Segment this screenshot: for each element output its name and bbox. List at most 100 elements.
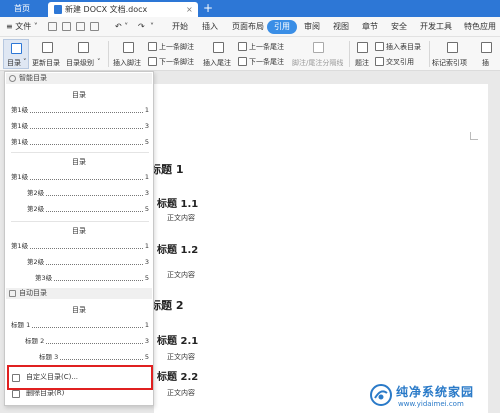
menu-tab-section[interactable]: 章节 [362, 17, 378, 37]
toc-level-icon [78, 42, 89, 53]
insert-table-of-figures-button[interactable]: 插入表目录 [375, 41, 427, 53]
smart-toc-template-2[interactable]: 目录 第1级 1 第2级 3 第2级 5 [5, 154, 153, 219]
heading-1[interactable]: 标题 1 [150, 161, 183, 177]
body-paragraph[interactable]: 正文内容 [167, 388, 195, 398]
menu-tab-review[interactable]: 审阅 [304, 17, 320, 37]
file-menu[interactable]: ≡ 文件 ˅ [6, 17, 38, 37]
close-tab-icon[interactable]: × [186, 2, 193, 17]
heading-1[interactable]: 标题 2 [150, 297, 183, 313]
smart-toc-header: 智能目录 [6, 73, 152, 84]
watermark-name: 纯净系统家园 [396, 385, 475, 399]
document-page[interactable] [154, 84, 488, 413]
next-endnote-label: 下一条尾注 [249, 58, 284, 66]
prev-endnote-icon [238, 42, 247, 51]
toc-level-label: 目录级别 [66, 59, 94, 67]
heading-2[interactable]: 标题 1.1 [157, 195, 198, 210]
toc-template-line: 第1级 3 [11, 122, 149, 131]
toc-template-line: 第1级 1 [11, 106, 149, 115]
menu-tab-home[interactable]: 开始 [172, 17, 188, 37]
caption-button[interactable]: 题注 [353, 39, 373, 69]
cross-reference-button[interactable]: 交叉引用 [375, 56, 427, 68]
new-tab-button[interactable]: + [203, 0, 213, 17]
document-icon [54, 5, 62, 14]
insert-endnote-label: 插入尾注 [203, 59, 231, 67]
menu-tab-developer[interactable]: 开发工具 [420, 17, 452, 37]
preview-icon[interactable] [90, 22, 99, 31]
mark-index-icon [447, 42, 458, 53]
mark-index-button[interactable]: 标记索引项 [432, 39, 474, 69]
cross-reference-label: 交叉引用 [386, 58, 414, 66]
menu-tab-view[interactable]: 视图 [333, 17, 349, 37]
smart-toc-template-3[interactable]: 目录 第1级 1 第2级 3 第3级 5 [5, 223, 153, 287]
toc-template-line: 第3级 5 [35, 274, 149, 283]
toc-template-line: 标题 35 [39, 353, 149, 362]
open-icon[interactable] [62, 22, 71, 31]
update-toc-label: 更新目录 [32, 59, 60, 67]
toc-template-line: 第1级 1 [11, 242, 149, 251]
menu-tab-page-layout[interactable]: 页面布局 [232, 17, 264, 37]
save-icon[interactable] [48, 22, 57, 31]
insert-index-icon [481, 42, 492, 53]
menu-tab-references[interactable]: 引用 [267, 20, 297, 34]
redo-icon[interactable]: ↷ [138, 17, 145, 37]
menu-tab-security[interactable]: 安全 [391, 17, 407, 37]
heading-2[interactable]: 标题 2.2 [157, 368, 198, 383]
toc-template-title: 目录 [72, 158, 86, 166]
prev-footnote-button[interactable]: 上一条脚注 [148, 41, 200, 53]
prev-footnote-icon [148, 42, 157, 51]
insert-footnote-icon [123, 42, 134, 53]
toc-template-title: 目录 [72, 227, 86, 235]
title-bar: 首页 新建 DOCX 文档.docx × + [0, 0, 500, 17]
footnote-separator-button[interactable]: 脚注/尾注分隔线 [292, 39, 346, 69]
next-endnote-icon [238, 57, 247, 66]
update-toc-button[interactable]: 更新目录 [32, 39, 64, 69]
document-tab-title: 新建 DOCX 文档.docx [65, 5, 148, 14]
insert-table-of-figures-label: 插入表目录 [386, 43, 421, 51]
ribbon-divider [429, 41, 430, 67]
body-paragraph[interactable]: 正文内容 [167, 270, 195, 280]
toc-button[interactable]: 目录 ˅ [3, 39, 29, 69]
quick-access-more-icon[interactable]: ˅ [150, 17, 154, 37]
separator-icon [313, 42, 324, 53]
insert-index-label: 插 [482, 59, 489, 67]
undo-icon[interactable]: ↶ ˅ [115, 17, 128, 37]
document-tab[interactable]: 新建 DOCX 文档.docx × [48, 2, 198, 17]
toc-dropdown-menu: 智能目录 目录 第1级 1 第1级 3 第1级 5 目录 第1级 1 第2级 3 第2级 5… [4, 71, 154, 406]
print-icon[interactable] [76, 22, 85, 31]
menu-bar: ≡ 文件 ˅ ↶ ˅ ↷ ˅ 开始 插入 页面布局 引用 审阅 视图 章节 安全… [0, 17, 500, 37]
menu-divider [11, 221, 149, 222]
home-tab[interactable]: 首页 [0, 0, 44, 17]
caption-icon [357, 42, 368, 53]
insert-footnote-button[interactable]: 插入脚注 [112, 39, 146, 69]
heading-2[interactable]: 标题 1.2 [157, 241, 198, 256]
toc-template-line: 标题 11 [11, 321, 149, 330]
next-footnote-button[interactable]: 下一条脚注 [148, 56, 200, 68]
heading-2[interactable]: 标题 2.1 [157, 332, 198, 347]
toc-template-line: 标题 23 [25, 337, 149, 346]
insert-index-button[interactable]: 插 [478, 39, 498, 69]
prev-endnote-label: 上一条尾注 [249, 43, 284, 51]
toc-template-line: 第1级 5 [11, 138, 149, 147]
highlight-annotation-box [7, 365, 153, 390]
prev-endnote-button[interactable]: 上一条尾注 [238, 41, 290, 53]
body-paragraph[interactable]: 正文内容 [167, 352, 195, 362]
smart-toc-icon [9, 75, 16, 82]
insert-footnote-label: 插入脚注 [113, 59, 141, 67]
cross-reference-icon [375, 57, 384, 66]
menu-tab-insert[interactable]: 插入 [202, 17, 218, 37]
body-paragraph[interactable]: 正文内容 [167, 213, 195, 223]
auto-toc-template[interactable]: 目录 标题 11 标题 23 标题 35 [5, 301, 153, 365]
mark-index-label: 标记索引项 [432, 59, 467, 67]
smart-toc-header-label: 智能目录 [19, 74, 47, 82]
next-footnote-icon [148, 57, 157, 66]
toc-template-line: 第2级 3 [27, 258, 149, 267]
insert-endnote-button[interactable]: 插入尾注 [202, 39, 236, 69]
menu-tab-features[interactable]: 特色应用 [464, 17, 496, 37]
delete-toc-icon [12, 390, 20, 398]
watermark-logo-icon [370, 384, 392, 406]
auto-toc-header-label: 自动目录 [19, 289, 47, 297]
smart-toc-template-1[interactable]: 目录 第1级 1 第1级 3 第1级 5 [5, 85, 153, 150]
next-endnote-button[interactable]: 下一条尾注 [238, 56, 290, 68]
toc-level-button[interactable]: 目录级别 ˅ [66, 39, 106, 69]
table-of-figures-icon [375, 42, 384, 51]
